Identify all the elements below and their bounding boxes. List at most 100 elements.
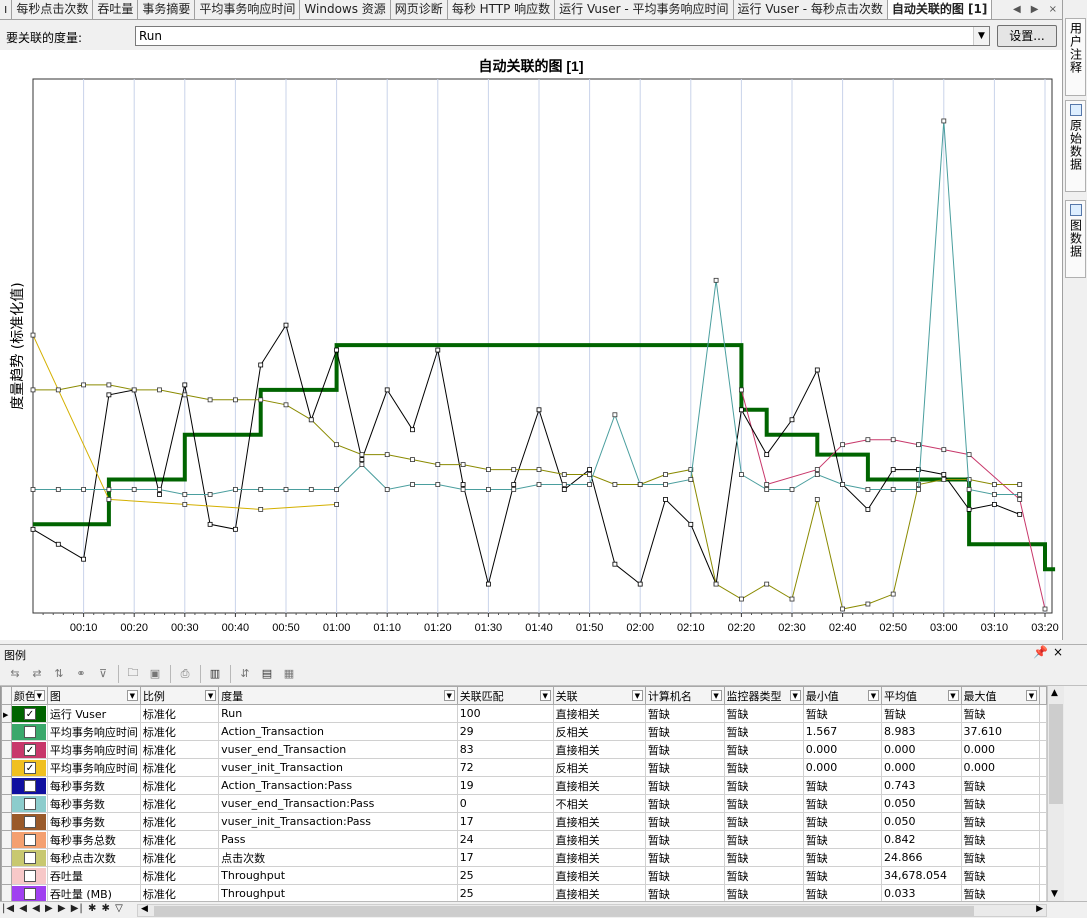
link-icon[interactable]: ⚭ — [72, 665, 90, 683]
legend-row[interactable]: 吞吐量 标准化 Throughput 25 直接相关 暂缺 暂缺 暂缺 34,678.054 暂缺 — [1, 866, 1047, 885]
grid-icon[interactable]: ▦ — [280, 665, 298, 683]
legend-row[interactable]: 每秒事务数 标准化 vuser_init_Transaction:Pass 17 直接相… — [1, 812, 1047, 831]
row-selector[interactable] — [1, 866, 12, 885]
row-selector[interactable] — [1, 812, 12, 831]
column-filter-icon[interactable]: ▼ — [33, 690, 45, 701]
visibility-checkbox[interactable]: ✓ — [23, 761, 36, 774]
column-header[interactable]: 图 ▼ — [46, 686, 141, 705]
column-header[interactable]: 度量 ▼ — [218, 686, 458, 705]
pin-icon[interactable]: 📌 — [1033, 645, 1048, 659]
settings-button[interactable]: 设置... — [997, 25, 1057, 47]
column-filter-icon[interactable]: ▼ — [1026, 690, 1037, 701]
row-selector[interactable] — [1, 758, 12, 777]
legend-row[interactable]: 每秒点击次数 标准化 点击次数 17 直接相关 暂缺 暂缺 暂缺 24.866 暂缺 — [1, 848, 1047, 867]
column-filter-icon[interactable]: ▼ — [947, 690, 959, 701]
scroll-up-icon[interactable]: ▲ — [1051, 688, 1058, 698]
column-filter-icon[interactable]: ▼ — [539, 690, 551, 701]
visibility-checkbox[interactable] — [23, 779, 36, 792]
series-point-5 — [106, 487, 112, 492]
row-selector[interactable] — [1, 830, 12, 849]
scroll-thumb[interactable] — [154, 906, 974, 916]
tab-4[interactable]: 平均事务响应时间 — [195, 0, 301, 19]
tab-10[interactable]: 自动关联的图 [1] — [887, 0, 993, 19]
column-header[interactable]: 最大值 ▼ — [960, 686, 1040, 705]
scroll-right-icon[interactable]: ▶ — [1036, 904, 1043, 914]
legend-row[interactable]: ✓运行 Vuser标准化Run100直接相关暂缺暂缺暂缺暂缺暂缺 — [1, 704, 1047, 723]
visibility-checkbox[interactable] — [23, 725, 36, 738]
visibility-checkbox[interactable]: ✓ — [23, 707, 36, 720]
column-header[interactable]: 颜色 ▼ — [10, 686, 48, 705]
column-filter-icon[interactable]: ▼ — [443, 690, 455, 701]
tab-3[interactable]: 事务摘要 — [138, 0, 196, 19]
side-tab-user-notes[interactable]: 用户注释 — [1065, 18, 1086, 96]
visibility-checkbox[interactable]: ✓ — [23, 743, 36, 756]
tab-5[interactable]: Windows 资源 — [300, 0, 391, 19]
tab-prev-icon[interactable]: ◀ — [1013, 4, 1021, 15]
close-icon[interactable]: × — [1053, 645, 1063, 659]
column-header[interactable]: 最小值 ▼ — [802, 686, 883, 705]
row-selector[interactable] — [1, 740, 12, 759]
sort-icon[interactable]: ⇵ — [236, 665, 254, 683]
row-selector[interactable] — [1, 848, 12, 867]
column-header[interactable]: 计算机名 ▼ — [644, 686, 725, 705]
print-icon[interactable]: ⎙ — [176, 665, 194, 683]
column-header[interactable]: 监控器类型 ▼ — [723, 686, 804, 705]
tab-close-icon[interactable]: × — [1049, 4, 1057, 15]
legend-row[interactable]: 吞吐量 (MB) 标准化 Throughput 25 直接相关 暂缺 暂缺 暂缺 0.033 暂缺 — [1, 884, 1047, 901]
column-header[interactable]: 关联匹配 ▼ — [456, 686, 554, 705]
visibility-checkbox[interactable] — [23, 887, 36, 900]
folder-icon[interactable]: 🗀 — [124, 665, 142, 683]
tab-9[interactable]: 运行 Vuser - 每秒点击次数 — [734, 0, 888, 19]
filter-icon[interactable]: ⊽ — [94, 665, 112, 683]
visibility-checkbox[interactable] — [23, 797, 36, 810]
visibility-checkbox[interactable] — [23, 833, 36, 846]
tab-6[interactable]: 网页诊断 — [391, 0, 448, 19]
column-filter-icon[interactable]: ▼ — [710, 690, 722, 701]
tab-2[interactable]: 吞吐量 — [93, 0, 139, 19]
legend-vertical-scrollbar[interactable]: ▲ ▼ — [1047, 686, 1064, 901]
column-header[interactable]: 关联 ▼ — [552, 686, 646, 705]
column-header[interactable]: 平均值 ▼ — [881, 686, 962, 705]
column-header[interactable]: 比例 ▼ — [139, 686, 220, 705]
record-navigator[interactable]: |◀ ◀ ◀ ▶ ▶ ▶| ✱ ✱ ▽ — [2, 903, 124, 914]
columns-icon[interactable]: ▥ — [206, 665, 224, 683]
column-filter-icon[interactable]: ▼ — [789, 690, 801, 701]
legend-row[interactable]: ✓ 平均事务响应时间 标准化 vuser_init_Transaction 72 反相关暂… — [1, 758, 1047, 777]
legend-row[interactable]: 每秒事务总数 标准化 Pass 24 直接相关 暂缺 暂缺 暂缺 0.842 暂缺 — [1, 830, 1047, 849]
visibility-checkbox[interactable] — [23, 815, 36, 828]
tab-0[interactable]: ı — [0, 0, 13, 19]
side-tab-raw-data[interactable]: 原始数据 — [1065, 100, 1086, 192]
row-selector[interactable] — [1, 884, 12, 901]
save-icon[interactable]: ▣ — [146, 665, 164, 683]
column-filter-icon[interactable]: ▼ — [868, 690, 879, 701]
visibility-checkbox[interactable] — [23, 851, 36, 864]
column-filter-icon[interactable]: ▼ — [631, 690, 643, 701]
scroll-down-icon[interactable]: ▼ — [1051, 889, 1058, 899]
row-selector[interactable] — [1, 794, 12, 813]
legend-horizontal-scrollbar[interactable]: ◀ ▶ — [137, 904, 1047, 917]
tab-8[interactable]: 运行 Vuser - 平均事务响应时间 — [555, 0, 734, 19]
legend-row[interactable]: 平均事务响应时间 标准化 Action_Transaction 29 反相关 暂缺 暂缺 1.… — [1, 722, 1047, 741]
measure-select[interactable]: Run ▼ — [135, 26, 990, 46]
show-icon[interactable]: ⇄ — [28, 665, 46, 683]
chevron-down-icon[interactable]: ▼ — [973, 27, 989, 45]
scroll-thumb[interactable] — [1049, 704, 1063, 804]
legend-row[interactable]: ✓ 平均事务响应时间 标准化 vuser_end_Transaction 83 直接相关暂… — [1, 740, 1047, 759]
column-filter-icon[interactable]: ▼ — [205, 690, 217, 701]
configure-icon[interactable]: ⇆ — [6, 665, 24, 683]
legend-row[interactable]: 每秒事务数 标准化 Action_Transaction:Pass 19 直接相关 暂缺暂… — [1, 776, 1047, 795]
row-selector[interactable] — [1, 704, 12, 723]
tab-next-icon[interactable]: ▶ — [1031, 4, 1039, 15]
tab-1[interactable]: 每秒点击次数 — [12, 0, 94, 19]
visibility-checkbox[interactable] — [23, 869, 36, 882]
scroll-left-icon[interactable]: ◀ — [141, 904, 148, 914]
group-icon[interactable]: ▤ — [258, 665, 276, 683]
row-selector[interactable] — [1, 722, 12, 741]
column-filter-icon[interactable]: ▼ — [126, 690, 138, 701]
row-selector[interactable] — [1, 776, 12, 795]
column-header[interactable] — [1039, 686, 1047, 705]
legend-row[interactable]: 每秒事务数 标准化 vuser_end_Transaction:Pass 0 不相关 暂缺… — [1, 794, 1047, 813]
tab-7[interactable]: 每秒 HTTP 响应数 — [448, 0, 556, 19]
side-tab-graph-data[interactable]: 图数据 — [1065, 200, 1086, 278]
hide-icon[interactable]: ⇅ — [50, 665, 68, 683]
